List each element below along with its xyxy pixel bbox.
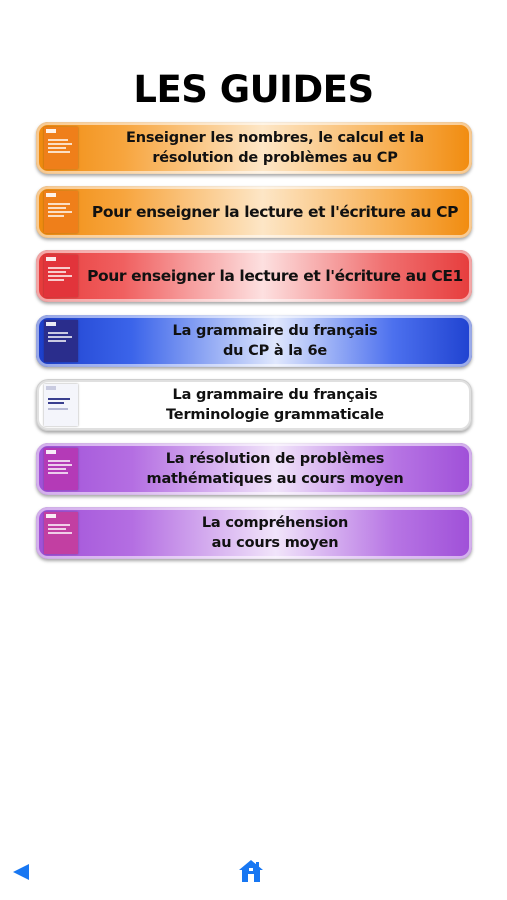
guide-label-line: mathématiques au cours moyen xyxy=(146,471,404,487)
guide-label: Pour enseigner la lecture et l'écriture … xyxy=(84,186,466,238)
guide-label: Pour enseigner la lecture et l'écriture … xyxy=(84,250,466,302)
guide-cover-thumbnail xyxy=(44,512,78,554)
guide-label-line: Pour enseigner la lecture et l'écriture … xyxy=(91,203,459,221)
guide-cover-thumbnail xyxy=(44,384,78,426)
guide-label-line: au cours moyen xyxy=(211,535,339,551)
guide-label-line: La grammaire du français xyxy=(172,387,378,403)
guide-label-line: Terminologie grammaticale xyxy=(166,407,384,423)
guide-button-nombres-calcul-cp[interactable]: Enseigner les nombres, le calcul et la r… xyxy=(36,122,472,174)
page-title: LES GUIDES xyxy=(133,68,374,111)
guide-button-resolution-problemes-cm[interactable]: La résolution de problèmes mathématiques… xyxy=(36,443,472,495)
guide-button-grammaire-cp-6e[interactable]: La grammaire du français du CP à la 6e xyxy=(36,315,472,367)
guide-label: La grammaire du français Terminologie gr… xyxy=(84,379,466,431)
guide-label: La grammaire du français du CP à la 6e xyxy=(84,315,466,367)
guide-cover-thumbnail xyxy=(44,191,78,233)
guide-label-line: La compréhension xyxy=(201,515,349,531)
guide-cover-thumbnail xyxy=(44,320,78,362)
guides-screen: LES GUIDES Enseigner les nombres, le cal… xyxy=(0,0,507,900)
guide-label-line: du CP à la 6e xyxy=(222,343,328,359)
guide-label-line: La résolution de problèmes xyxy=(165,451,385,467)
guide-button-comprehension-cm[interactable]: La compréhension au cours moyen xyxy=(36,507,472,559)
guide-cover-thumbnail xyxy=(44,448,78,490)
home-icon xyxy=(239,860,263,882)
guide-label-line: résolution de problèmes au CP xyxy=(152,150,398,166)
back-button[interactable] xyxy=(10,862,32,882)
guide-label-line: Pour enseigner la lecture et l'écriture … xyxy=(87,267,463,285)
guide-label-line: Enseigner les nombres, le calcul et la xyxy=(126,130,424,146)
guide-label-line: La grammaire du français xyxy=(172,323,378,339)
home-button[interactable] xyxy=(238,858,264,884)
guide-button-grammaire-terminologie[interactable]: La grammaire du français Terminologie gr… xyxy=(36,379,472,431)
back-arrow-icon xyxy=(13,864,29,880)
guide-cover-thumbnail xyxy=(44,127,78,169)
guide-cover-thumbnail xyxy=(44,255,78,297)
guide-label: La résolution de problèmes mathématiques… xyxy=(84,443,466,495)
guide-button-lecture-ecriture-ce1[interactable]: Pour enseigner la lecture et l'écriture … xyxy=(36,250,472,302)
guide-label: Enseigner les nombres, le calcul et la r… xyxy=(84,122,466,174)
guide-label: La compréhension au cours moyen xyxy=(84,507,466,559)
guide-button-lecture-ecriture-cp[interactable]: Pour enseigner la lecture et l'écriture … xyxy=(36,186,472,238)
